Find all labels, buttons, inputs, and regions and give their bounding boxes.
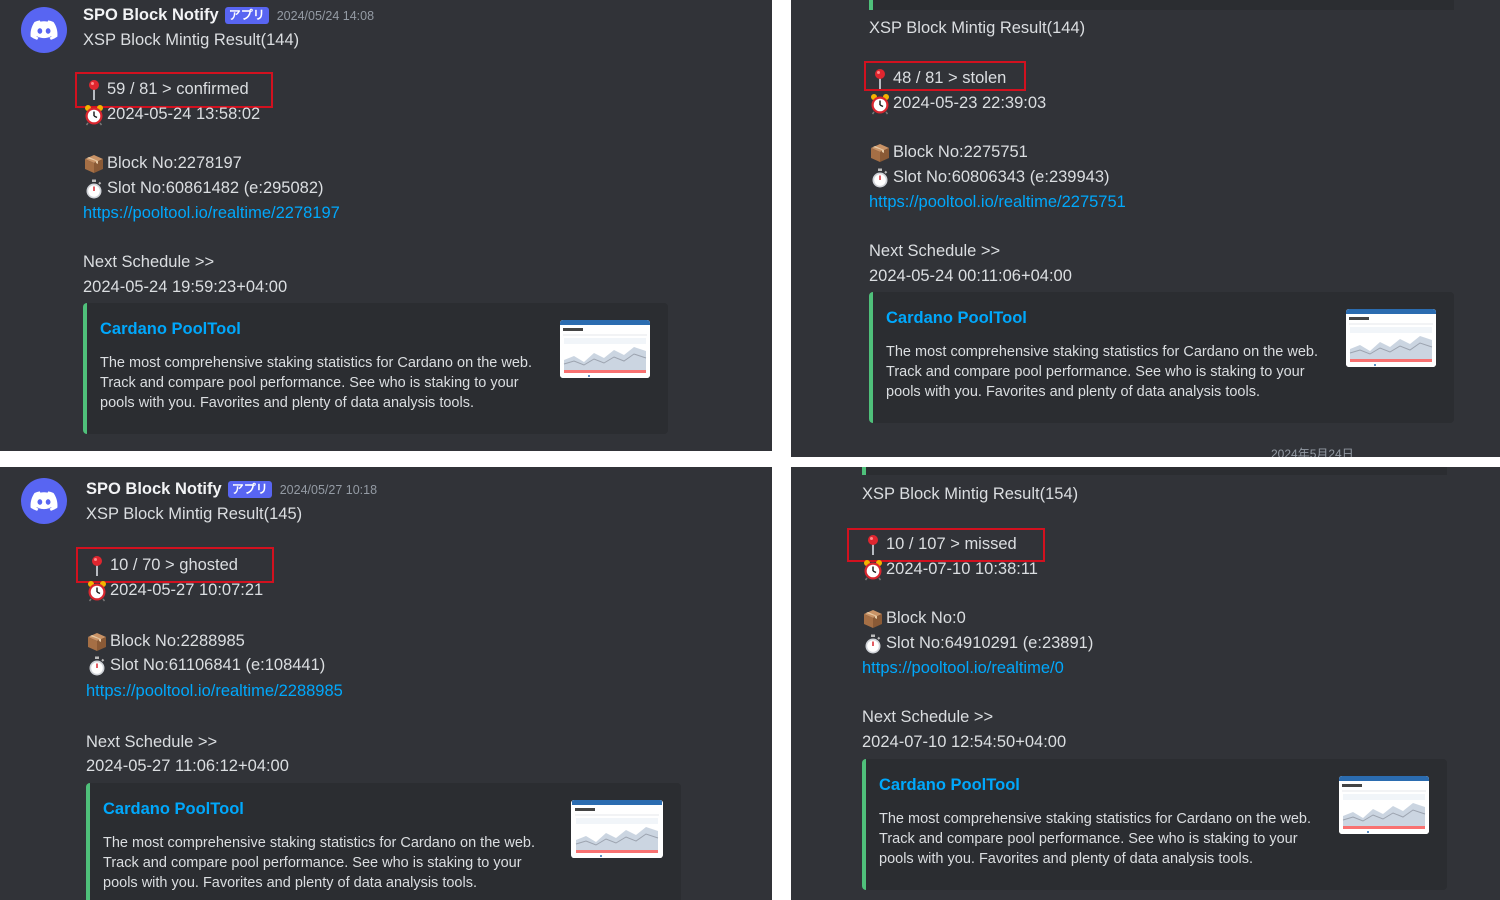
embed-title[interactable]: Cardano PoolTool <box>879 776 1020 795</box>
link-embed: Cardano PoolTool The most comprehensive … <box>869 292 1454 423</box>
stopwatch-icon <box>869 167 891 189</box>
status-line: 10 / 107 > missed <box>862 532 1017 557</box>
embed-thumbnail[interactable] <box>1346 309 1436 367</box>
pooltool-link[interactable]: https://pooltool.io/realtime/2288985 <box>86 679 343 704</box>
time-line: 2024-07-10 10:38:11 <box>862 557 1038 582</box>
slot-line: Slot No:64910291 (e:23891) <box>862 631 1093 656</box>
block-line: Block No:2275751 <box>869 140 1028 165</box>
next-schedule-time: 2024-05-24 00:11:06+04:00 <box>869 267 1072 285</box>
next-schedule-label: Next Schedule >> <box>869 242 1001 260</box>
embed-thumbnail[interactable] <box>1339 776 1429 834</box>
link-embed: Cardano PoolTool The most comprehensive … <box>83 303 668 434</box>
status-text: 59 / 81 > confirmed <box>107 80 249 98</box>
message-title: XSP Block Mintig Result(144) <box>83 31 300 49</box>
next-schedule-time: 2024-05-24 19:59:23+04:00 <box>83 278 288 296</box>
timestamp[interactable]: 2024/05/27 10:18 <box>280 483 377 497</box>
app-badge: アプリ <box>227 481 272 498</box>
alarm-clock-icon <box>86 580 108 602</box>
pooltool-link[interactable]: https://pooltool.io/realtime/0 <box>862 656 1064 681</box>
link-embed: Cardano PoolTool The most comprehensive … <box>86 783 681 900</box>
message-panel-2: XSP Block Mintig Result(144) 48 / 81 > s… <box>791 0 1500 457</box>
embed-thumbnail[interactable] <box>571 800 663 858</box>
status-line: 48 / 81 > stolen <box>869 66 1006 91</box>
time-text: 2024-05-27 10:07:21 <box>110 581 264 599</box>
time-text: 2024-05-24 13:58:02 <box>107 105 261 123</box>
message-title: XSP Block Mintig Result(154) <box>862 485 1079 503</box>
package-icon <box>862 608 884 630</box>
link-embed: Cardano PoolTool The most comprehensive … <box>862 759 1447 890</box>
embed-description: The most comprehensive staking statistic… <box>886 344 1318 400</box>
block-line: Block No:2278197 <box>83 151 242 176</box>
status-line: 59 / 81 > confirmed <box>83 77 249 102</box>
time-text: 2024-07-10 10:38:11 <box>886 560 1038 578</box>
status-text: 10 / 107 > missed <box>886 535 1017 553</box>
embed-description: The most comprehensive staking statistic… <box>100 355 532 411</box>
round-pushpin-icon <box>869 68 891 90</box>
block-text: Block No:0 <box>886 609 966 627</box>
timestamp[interactable]: 2024/05/24 14:08 <box>277 9 374 23</box>
slot-text: Slot No:60806343 (e:239943) <box>893 168 1110 186</box>
message-panel-4: XSP Block Mintig Result(154) 10 / 107 > … <box>791 467 1500 900</box>
alarm-clock-icon <box>862 559 884 581</box>
username[interactable]: SPO Block Notify <box>86 480 222 499</box>
slot-line: Slot No:60861482 (e:295082) <box>83 176 324 201</box>
username[interactable]: SPO Block Notify <box>83 6 219 25</box>
message-panel-3: SPO Block Notify アプリ 2024/05/27 10:18 XS… <box>0 467 772 900</box>
message-header: SPO Block Notify アプリ 2024/05/27 10:18 <box>86 480 377 499</box>
alarm-clock-icon <box>83 104 105 126</box>
discord-icon <box>29 486 59 516</box>
package-icon <box>83 153 105 175</box>
status-text: 10 / 70 > ghosted <box>110 556 238 574</box>
block-text: Block No:2288985 <box>110 632 245 650</box>
slot-text: Slot No:61106841 (e:108441) <box>110 656 326 674</box>
previous-embed-edge <box>869 0 1454 10</box>
slot-line: Slot No:61106841 (e:108441) <box>86 653 325 678</box>
block-line: Block No:2288985 <box>86 629 245 654</box>
time-line: 2024-05-23 22:39:03 <box>869 91 1046 116</box>
app-badge: アプリ <box>224 7 269 24</box>
message-title: XSP Block Mintig Result(145) <box>86 505 303 523</box>
package-icon <box>869 142 891 164</box>
next-schedule-label: Next Schedule >> <box>86 733 218 751</box>
block-line: Block No:0 <box>862 606 966 631</box>
slot-line: Slot No:60806343 (e:239943) <box>869 165 1110 190</box>
message-header: SPO Block Notify アプリ 2024/05/24 14:08 <box>83 6 374 25</box>
next-schedule-time: 2024-05-27 11:06:12+04:00 <box>86 757 289 775</box>
date-divider: 2024年5月24日 <box>1271 447 1354 457</box>
slot-text: Slot No:60861482 (e:295082) <box>107 179 324 197</box>
stopwatch-icon <box>862 633 884 655</box>
round-pushpin-icon <box>86 555 108 577</box>
embed-description: The most comprehensive staking statistic… <box>879 811 1311 867</box>
discord-icon <box>29 15 59 45</box>
embed-thumbnail[interactable] <box>560 320 650 378</box>
time-text: 2024-05-23 22:39:03 <box>893 94 1047 112</box>
message-panel-1: SPO Block Notify アプリ 2024/05/24 14:08 XS… <box>0 0 772 451</box>
next-schedule-label: Next Schedule >> <box>862 708 994 726</box>
time-line: 2024-05-27 10:07:21 <box>86 578 263 603</box>
status-line: 10 / 70 > ghosted <box>86 553 238 578</box>
round-pushpin-icon <box>862 534 884 556</box>
pooltool-link[interactable]: https://pooltool.io/realtime/2278197 <box>83 201 340 226</box>
embed-title[interactable]: Cardano PoolTool <box>100 320 241 339</box>
package-icon <box>86 631 108 653</box>
block-text: Block No:2275751 <box>893 143 1028 161</box>
message-title: XSP Block Mintig Result(144) <box>869 19 1086 37</box>
avatar[interactable] <box>21 7 67 53</box>
next-schedule-time: 2024-07-10 12:54:50+04:00 <box>862 733 1067 751</box>
pooltool-link[interactable]: https://pooltool.io/realtime/2275751 <box>869 190 1126 215</box>
round-pushpin-icon <box>83 79 105 101</box>
avatar[interactable] <box>21 478 67 524</box>
status-text: 48 / 81 > stolen <box>893 69 1007 87</box>
next-schedule-label: Next Schedule >> <box>83 253 215 271</box>
stopwatch-icon <box>86 655 108 677</box>
embed-title[interactable]: Cardano PoolTool <box>886 309 1027 328</box>
block-text: Block No:2278197 <box>107 154 242 172</box>
embed-title[interactable]: Cardano PoolTool <box>103 800 244 819</box>
previous-embed-edge <box>862 467 1447 475</box>
time-line: 2024-05-24 13:58:02 <box>83 102 260 127</box>
stopwatch-icon <box>83 178 105 200</box>
slot-text: Slot No:64910291 (e:23891) <box>886 634 1094 652</box>
embed-description: The most comprehensive staking statistic… <box>103 835 535 891</box>
alarm-clock-icon <box>869 93 891 115</box>
